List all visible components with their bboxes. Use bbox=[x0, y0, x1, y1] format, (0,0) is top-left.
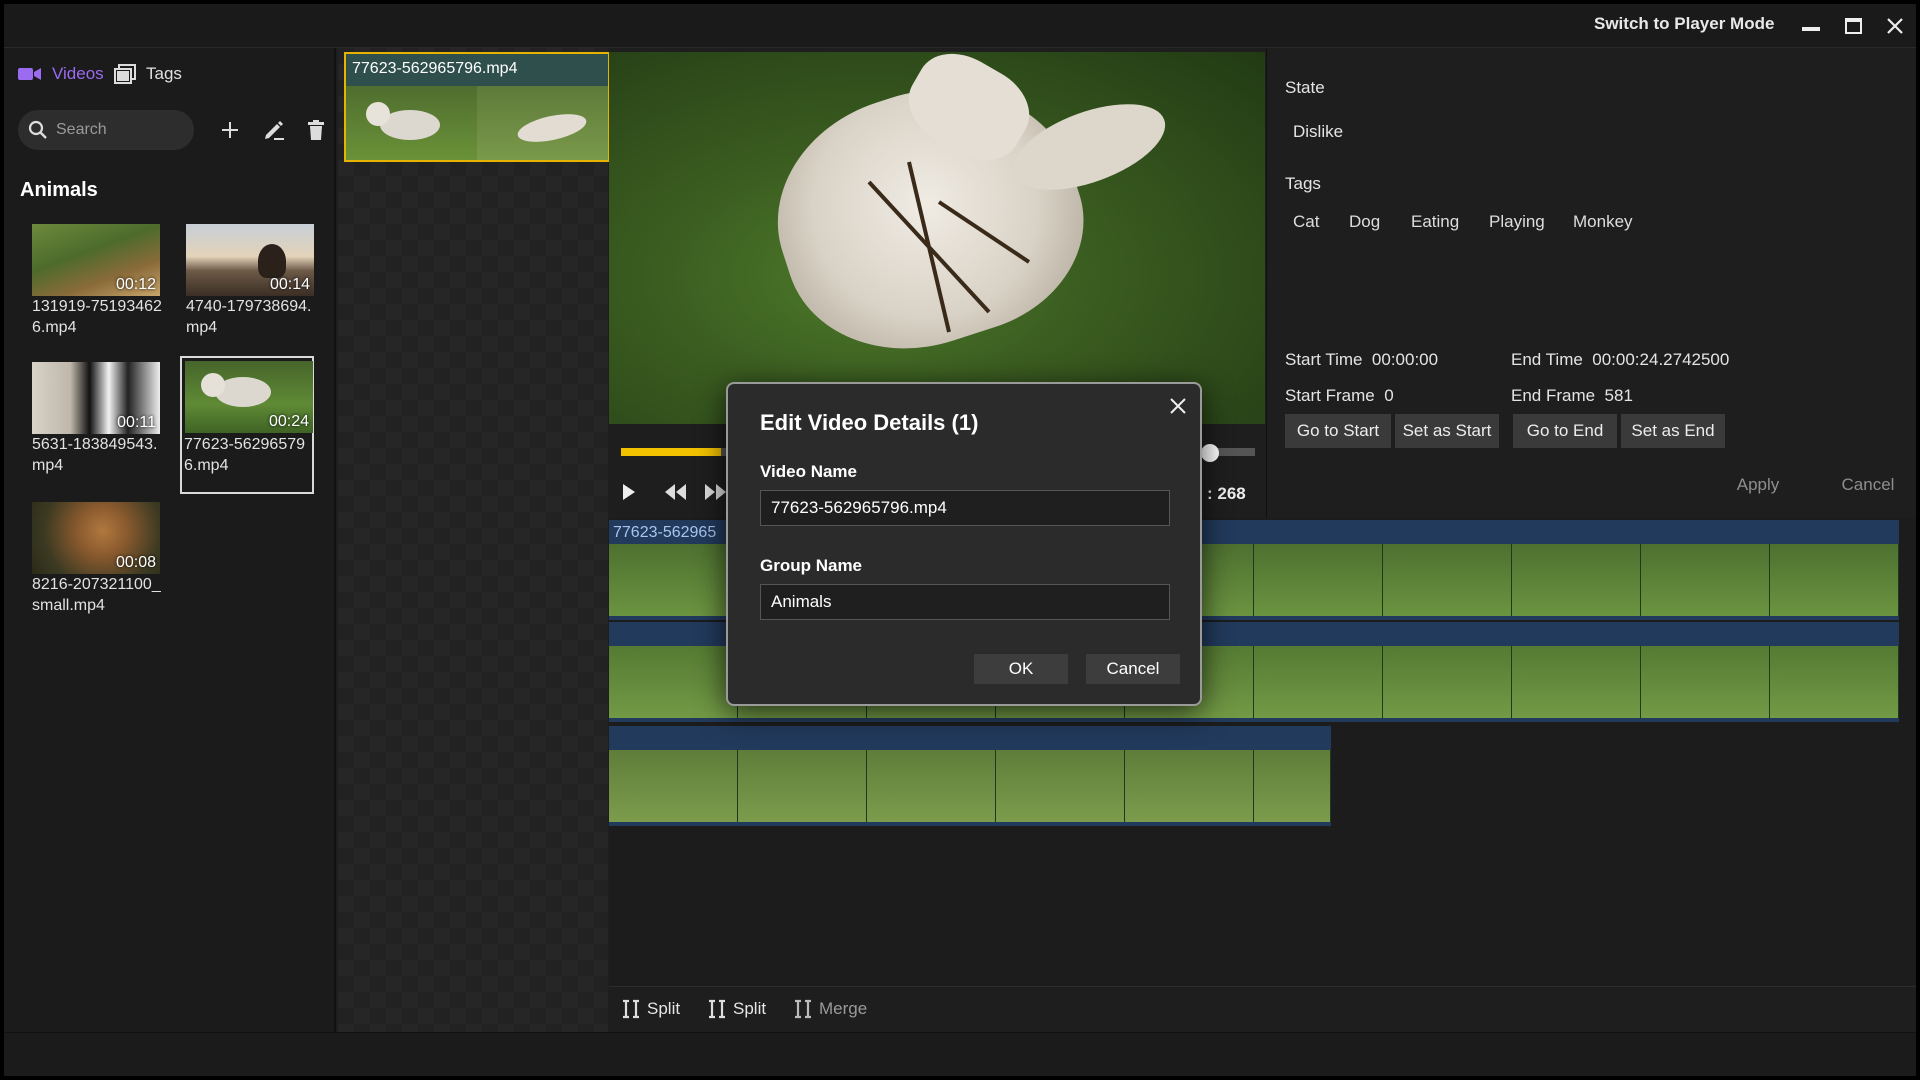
state-value[interactable]: Dislike bbox=[1293, 122, 1343, 142]
set-as-end-button[interactable]: Set as End bbox=[1621, 414, 1725, 448]
end-frame-label: End Frame 581 bbox=[1511, 386, 1633, 406]
video-thumbnail-selected[interactable]: 00:24 77623-562965796.mp4 bbox=[180, 356, 314, 494]
tab-tags[interactable]: Tags bbox=[114, 64, 182, 84]
frame-readout: : 268 bbox=[1207, 484, 1246, 503]
split-icon bbox=[623, 999, 639, 1019]
video-thumbnail[interactable]: 00:14 4740-179738694.mp4 bbox=[178, 216, 318, 356]
state-label: State bbox=[1285, 78, 1325, 97]
tag-chip[interactable]: Playing bbox=[1489, 212, 1545, 232]
play-icon[interactable] bbox=[623, 484, 635, 500]
end-frame-label-text: End Frame bbox=[1511, 386, 1596, 405]
start-time-value: 00:00:00 bbox=[1371, 350, 1439, 369]
tags-icon bbox=[114, 64, 136, 84]
go-to-end-button[interactable]: Go to End bbox=[1513, 414, 1617, 448]
clip-list-panel: 77623-562965796.mp4 bbox=[338, 48, 610, 1032]
track-label: 77623-562965 bbox=[613, 524, 717, 541]
video-thumbnail[interactable]: 00:08 8216-207321100_small.mp4 bbox=[24, 494, 164, 634]
trash-icon bbox=[308, 120, 324, 140]
go-to-start-button[interactable]: Go to Start bbox=[1285, 414, 1391, 448]
end-time-label: End Time 00:00:24.2742500 bbox=[1511, 350, 1729, 370]
video-duration: 00:24 bbox=[268, 413, 309, 430]
merge-icon bbox=[795, 999, 811, 1019]
start-frame-label-text: Start Frame bbox=[1285, 386, 1375, 405]
tab-videos-label: Videos bbox=[52, 64, 104, 83]
video-duration: 00:14 bbox=[269, 276, 310, 293]
dialog-close-icon[interactable] bbox=[1166, 394, 1190, 418]
add-video-button[interactable] bbox=[216, 116, 244, 144]
apply-button[interactable]: Apply bbox=[1713, 468, 1803, 502]
timeline-toolbar: Split Split Merge bbox=[609, 986, 1916, 1032]
edit-video-button[interactable] bbox=[260, 116, 288, 144]
tag-chip[interactable]: Monkey bbox=[1573, 212, 1633, 232]
minimize-icon[interactable] bbox=[1796, 12, 1826, 40]
dialog-title: Edit Video Details (1) bbox=[760, 410, 979, 435]
delete-video-button[interactable] bbox=[302, 116, 330, 144]
clip-name: 77623-562965796.mp4 bbox=[352, 60, 518, 77]
clip-preview bbox=[346, 86, 608, 160]
group-name-input[interactable] bbox=[760, 584, 1170, 620]
switch-to-player-mode-button[interactable]: Switch to Player Mode bbox=[1594, 14, 1774, 34]
split-label: Split bbox=[733, 999, 767, 1018]
search-input[interactable] bbox=[56, 121, 176, 139]
start-time-label-text: Start Time bbox=[1285, 350, 1363, 369]
end-time-label-text: End Time bbox=[1511, 350, 1583, 369]
video-thumbnail[interactable]: 00:12 131919-751934626.mp4 bbox=[24, 216, 164, 356]
merge-label: Merge bbox=[819, 999, 868, 1018]
app-window: Switch to Player Mode Videos Tags Search… bbox=[4, 4, 1916, 1076]
group-title: Animals bbox=[20, 179, 98, 201]
video-preview-area[interactable] bbox=[609, 52, 1265, 424]
split-icon bbox=[709, 999, 725, 1019]
video-name-input[interactable] bbox=[760, 490, 1170, 526]
edit-video-dialog: Edit Video Details (1) Video Name Group … bbox=[726, 382, 1202, 706]
title-bar: Switch to Player Mode bbox=[4, 4, 1916, 48]
rewind-icon[interactable] bbox=[665, 484, 687, 505]
start-frame-value: 0 bbox=[1384, 386, 1394, 405]
video-name: 5631-183849543.mp4 bbox=[32, 436, 158, 474]
video-name: 8216-207321100_small.mp4 bbox=[32, 576, 161, 614]
tag-chip[interactable]: Eating bbox=[1411, 212, 1459, 232]
search-icon bbox=[28, 120, 47, 139]
split-label: Split bbox=[647, 999, 681, 1018]
ok-button[interactable]: OK bbox=[974, 654, 1068, 684]
cancel-details-button[interactable]: Cancel bbox=[1823, 468, 1913, 502]
tag-chip[interactable]: Dog bbox=[1349, 212, 1380, 232]
fast-forward-icon[interactable] bbox=[705, 484, 727, 505]
tag-chip[interactable]: Cat bbox=[1293, 212, 1319, 232]
end-frame-value: 581 bbox=[1604, 386, 1633, 405]
close-icon[interactable] bbox=[1880, 12, 1910, 40]
start-time-label: Start Time 00:00:00 bbox=[1285, 350, 1438, 370]
details-panel: State Dislike Tags Cat Dog Eating Playin… bbox=[1266, 48, 1916, 518]
search-box bbox=[18, 110, 194, 150]
group-name-label: Group Name bbox=[760, 556, 863, 575]
maximize-icon[interactable] bbox=[1838, 12, 1868, 40]
clip-card[interactable]: 77623-562965796.mp4 bbox=[344, 52, 610, 162]
tab-videos[interactable]: Videos bbox=[18, 64, 104, 84]
volume-slider-handle[interactable] bbox=[1201, 444, 1219, 462]
tags-label: Tags bbox=[1285, 174, 1321, 193]
plus-icon bbox=[222, 122, 238, 138]
tab-tags-label: Tags bbox=[146, 64, 182, 83]
end-time-value: 00:00:24.2742500 bbox=[1592, 350, 1730, 369]
library-panel: Videos Tags Animals 00:12 131919-7519346… bbox=[4, 48, 336, 1032]
start-frame-label: Start Frame 0 bbox=[1285, 386, 1394, 406]
video-duration: 00:12 bbox=[115, 276, 156, 293]
merge-button[interactable]: Merge bbox=[793, 999, 867, 1019]
timeline-track[interactable] bbox=[609, 726, 1331, 826]
split-button-2[interactable]: Split bbox=[707, 999, 766, 1019]
set-as-start-button[interactable]: Set as Start bbox=[1395, 414, 1499, 448]
video-thumbnail[interactable]: 00:11 5631-183849543.mp4 bbox=[24, 354, 164, 494]
dialog-cancel-button[interactable]: Cancel bbox=[1086, 654, 1180, 684]
track-frames bbox=[609, 750, 1331, 822]
status-bar bbox=[4, 1032, 1916, 1076]
progress-fill bbox=[621, 448, 721, 456]
video-name: 4740-179738694.mp4 bbox=[186, 298, 312, 336]
split-button[interactable]: Split bbox=[621, 999, 680, 1019]
video-duration: 00:11 bbox=[117, 414, 156, 431]
video-duration: 00:08 bbox=[115, 554, 156, 571]
video-camera-icon bbox=[18, 68, 41, 80]
pencil-icon bbox=[265, 121, 284, 140]
video-name: 77623-562965796.mp4 bbox=[184, 436, 306, 474]
video-name-label: Video Name bbox=[760, 462, 858, 481]
video-name: 131919-751934626.mp4 bbox=[32, 298, 162, 336]
